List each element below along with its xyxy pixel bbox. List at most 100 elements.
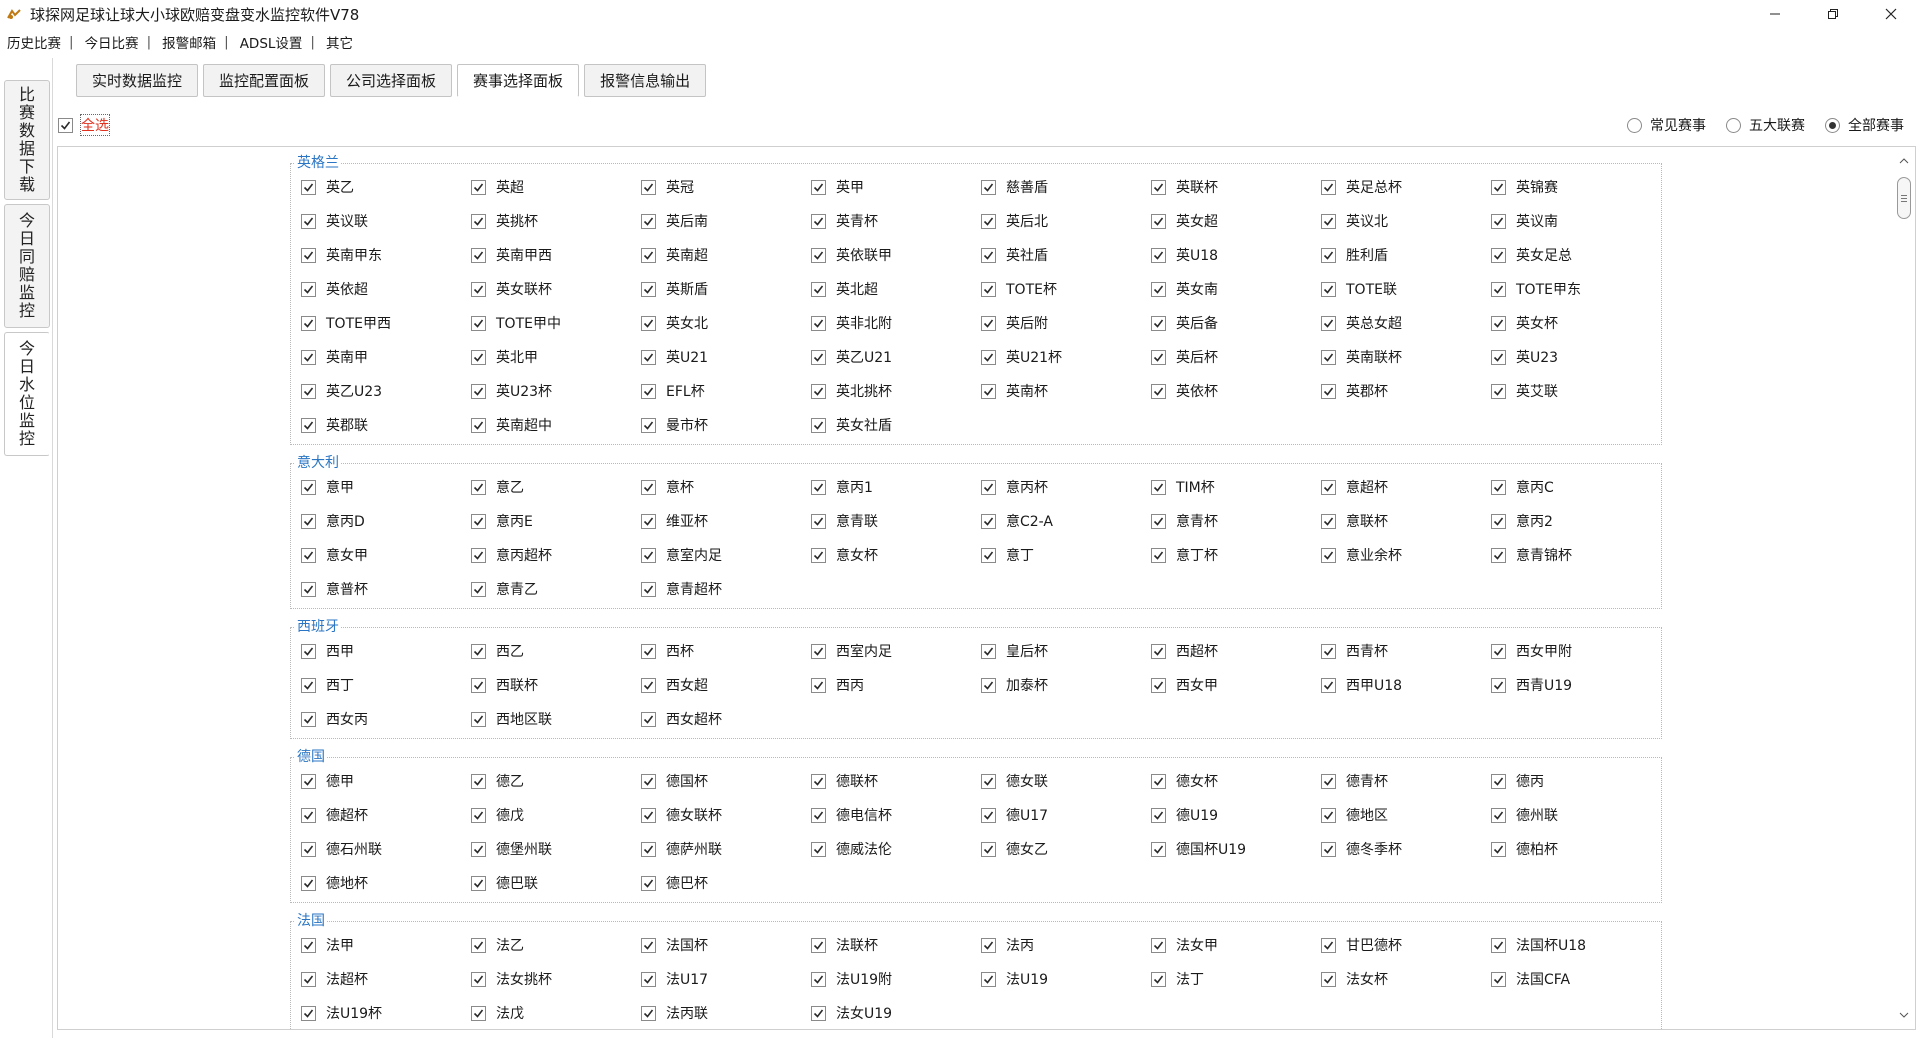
league-checkbox-item[interactable]: 意丁杯: [1151, 538, 1321, 572]
league-checkbox-item[interactable]: 西女甲附: [1491, 634, 1661, 668]
league-checkbox-item[interactable]: 德联杯: [811, 764, 981, 798]
league-checkbox[interactable]: [811, 971, 826, 987]
league-checkbox[interactable]: [641, 213, 656, 229]
league-checkbox[interactable]: [641, 807, 656, 823]
league-checkbox-item[interactable]: 德地区: [1321, 798, 1491, 832]
league-checkbox[interactable]: [641, 179, 656, 195]
league-checkbox[interactable]: [811, 479, 826, 495]
league-checkbox-item[interactable]: 英联杯: [1151, 170, 1321, 204]
tab-realtime-monitor[interactable]: 实时数据监控: [76, 64, 199, 97]
league-checkbox[interactable]: [1151, 841, 1166, 857]
league-checkbox-item[interactable]: 胜利盾: [1321, 238, 1491, 272]
menu-history-matches[interactable]: 历史比赛: [0, 32, 69, 52]
league-checkbox[interactable]: [981, 315, 996, 331]
league-checkbox-item[interactable]: 德U17: [981, 798, 1151, 832]
league-checkbox-item[interactable]: 英北超: [811, 272, 981, 306]
league-checkbox-item[interactable]: 法联杯: [811, 928, 981, 962]
league-checkbox-item[interactable]: 法丙联: [641, 996, 811, 1029]
league-checkbox-item[interactable]: 法U19附: [811, 962, 981, 996]
league-checkbox-item[interactable]: 意丙杯: [981, 470, 1151, 504]
league-checkbox-item[interactable]: 西丁: [301, 668, 471, 702]
league-checkbox-item[interactable]: 意丙D: [301, 504, 471, 538]
league-checkbox[interactable]: [471, 937, 486, 953]
league-checkbox-item[interactable]: 德巴杯: [641, 866, 811, 900]
league-checkbox-item[interactable]: 英U18: [1151, 238, 1321, 272]
league-checkbox-item[interactable]: 慈善盾: [981, 170, 1151, 204]
league-checkbox-item[interactable]: 意丁: [981, 538, 1151, 572]
league-checkbox-item[interactable]: 英U21杯: [981, 340, 1151, 374]
league-checkbox[interactable]: [301, 937, 316, 953]
league-checkbox-item[interactable]: 英总女超: [1321, 306, 1491, 340]
sidetab-water-level-monitor[interactable]: 今日水位监控: [4, 332, 50, 456]
scroll-thumb[interactable]: [1897, 177, 1911, 219]
league-checkbox-item[interactable]: 法丁: [1151, 962, 1321, 996]
league-checkbox[interactable]: [1491, 281, 1506, 297]
league-checkbox-item[interactable]: 英乙U21: [811, 340, 981, 374]
league-checkbox-item[interactable]: 英U21: [641, 340, 811, 374]
league-checkbox-item[interactable]: 法U19杯: [301, 996, 471, 1029]
league-checkbox-item[interactable]: 法国杯U18: [1491, 928, 1661, 962]
league-checkbox-item[interactable]: 法国CFA: [1491, 962, 1661, 996]
league-checkbox[interactable]: [1321, 841, 1336, 857]
league-checkbox-item[interactable]: 法国杯: [641, 928, 811, 962]
league-checkbox[interactable]: [471, 807, 486, 823]
league-checkbox-item[interactable]: 英女南: [1151, 272, 1321, 306]
league-checkbox-item[interactable]: 意杯: [641, 470, 811, 504]
league-checkbox[interactable]: [301, 971, 316, 987]
league-checkbox-item[interactable]: 德乙: [471, 764, 641, 798]
league-checkbox[interactable]: [981, 677, 996, 693]
league-checkbox[interactable]: [301, 841, 316, 857]
league-checkbox-item[interactable]: 英后南: [641, 204, 811, 238]
filter-common-leagues[interactable]: 常见赛事: [1627, 115, 1706, 135]
league-checkbox[interactable]: [1151, 213, 1166, 229]
league-checkbox[interactable]: [641, 711, 656, 727]
league-checkbox[interactable]: [641, 247, 656, 263]
league-checkbox[interactable]: [471, 417, 486, 433]
league-checkbox-item[interactable]: TOTE联: [1321, 272, 1491, 306]
league-checkbox[interactable]: [301, 513, 316, 529]
league-checkbox-item[interactable]: 曼市杯: [641, 408, 811, 442]
league-checkbox-item[interactable]: 德丙: [1491, 764, 1661, 798]
league-checkbox[interactable]: [1321, 971, 1336, 987]
league-checkbox-item[interactable]: 意室内足: [641, 538, 811, 572]
league-checkbox-item[interactable]: 英后北: [981, 204, 1151, 238]
league-checkbox-item[interactable]: 英南联杯: [1321, 340, 1491, 374]
league-checkbox[interactable]: [1491, 547, 1506, 563]
league-checkbox[interactable]: [1491, 513, 1506, 529]
league-checkbox-item[interactable]: TOTE甲西: [301, 306, 471, 340]
league-checkbox[interactable]: [641, 349, 656, 365]
league-checkbox-item[interactable]: 德电信杯: [811, 798, 981, 832]
league-checkbox[interactable]: [811, 417, 826, 433]
league-checkbox[interactable]: [471, 773, 486, 789]
league-checkbox[interactable]: [641, 315, 656, 331]
league-checkbox[interactable]: [981, 807, 996, 823]
league-checkbox[interactable]: [1321, 315, 1336, 331]
league-checkbox-item[interactable]: 西女丙: [301, 702, 471, 736]
league-checkbox-item[interactable]: 西女超: [641, 668, 811, 702]
league-checkbox[interactable]: [301, 383, 316, 399]
league-checkbox[interactable]: [471, 677, 486, 693]
league-checkbox[interactable]: [641, 581, 656, 597]
league-checkbox[interactable]: [811, 281, 826, 297]
league-checkbox-item[interactable]: 英南甲东: [301, 238, 471, 272]
league-checkbox[interactable]: [811, 213, 826, 229]
league-checkbox[interactable]: [981, 247, 996, 263]
league-checkbox[interactable]: [1151, 807, 1166, 823]
league-checkbox-item[interactable]: 西女超杯: [641, 702, 811, 736]
league-checkbox-item[interactable]: 西甲U18: [1321, 668, 1491, 702]
league-checkbox[interactable]: [471, 581, 486, 597]
league-checkbox-item[interactable]: 英南超: [641, 238, 811, 272]
league-checkbox-item[interactable]: 德柏杯: [1491, 832, 1661, 866]
league-checkbox[interactable]: [1151, 513, 1166, 529]
league-checkbox[interactable]: [1321, 643, 1336, 659]
league-checkbox-item[interactable]: 英U23杯: [471, 374, 641, 408]
league-checkbox[interactable]: [811, 937, 826, 953]
league-checkbox[interactable]: [471, 315, 486, 331]
league-checkbox-item[interactable]: 英乙U23: [301, 374, 471, 408]
league-checkbox-item[interactable]: 英后杯: [1151, 340, 1321, 374]
league-checkbox[interactable]: [471, 875, 486, 891]
league-checkbox-item[interactable]: 西青杯: [1321, 634, 1491, 668]
league-checkbox[interactable]: [981, 643, 996, 659]
league-checkbox-item[interactable]: 英北挑杯: [811, 374, 981, 408]
league-checkbox[interactable]: [981, 773, 996, 789]
